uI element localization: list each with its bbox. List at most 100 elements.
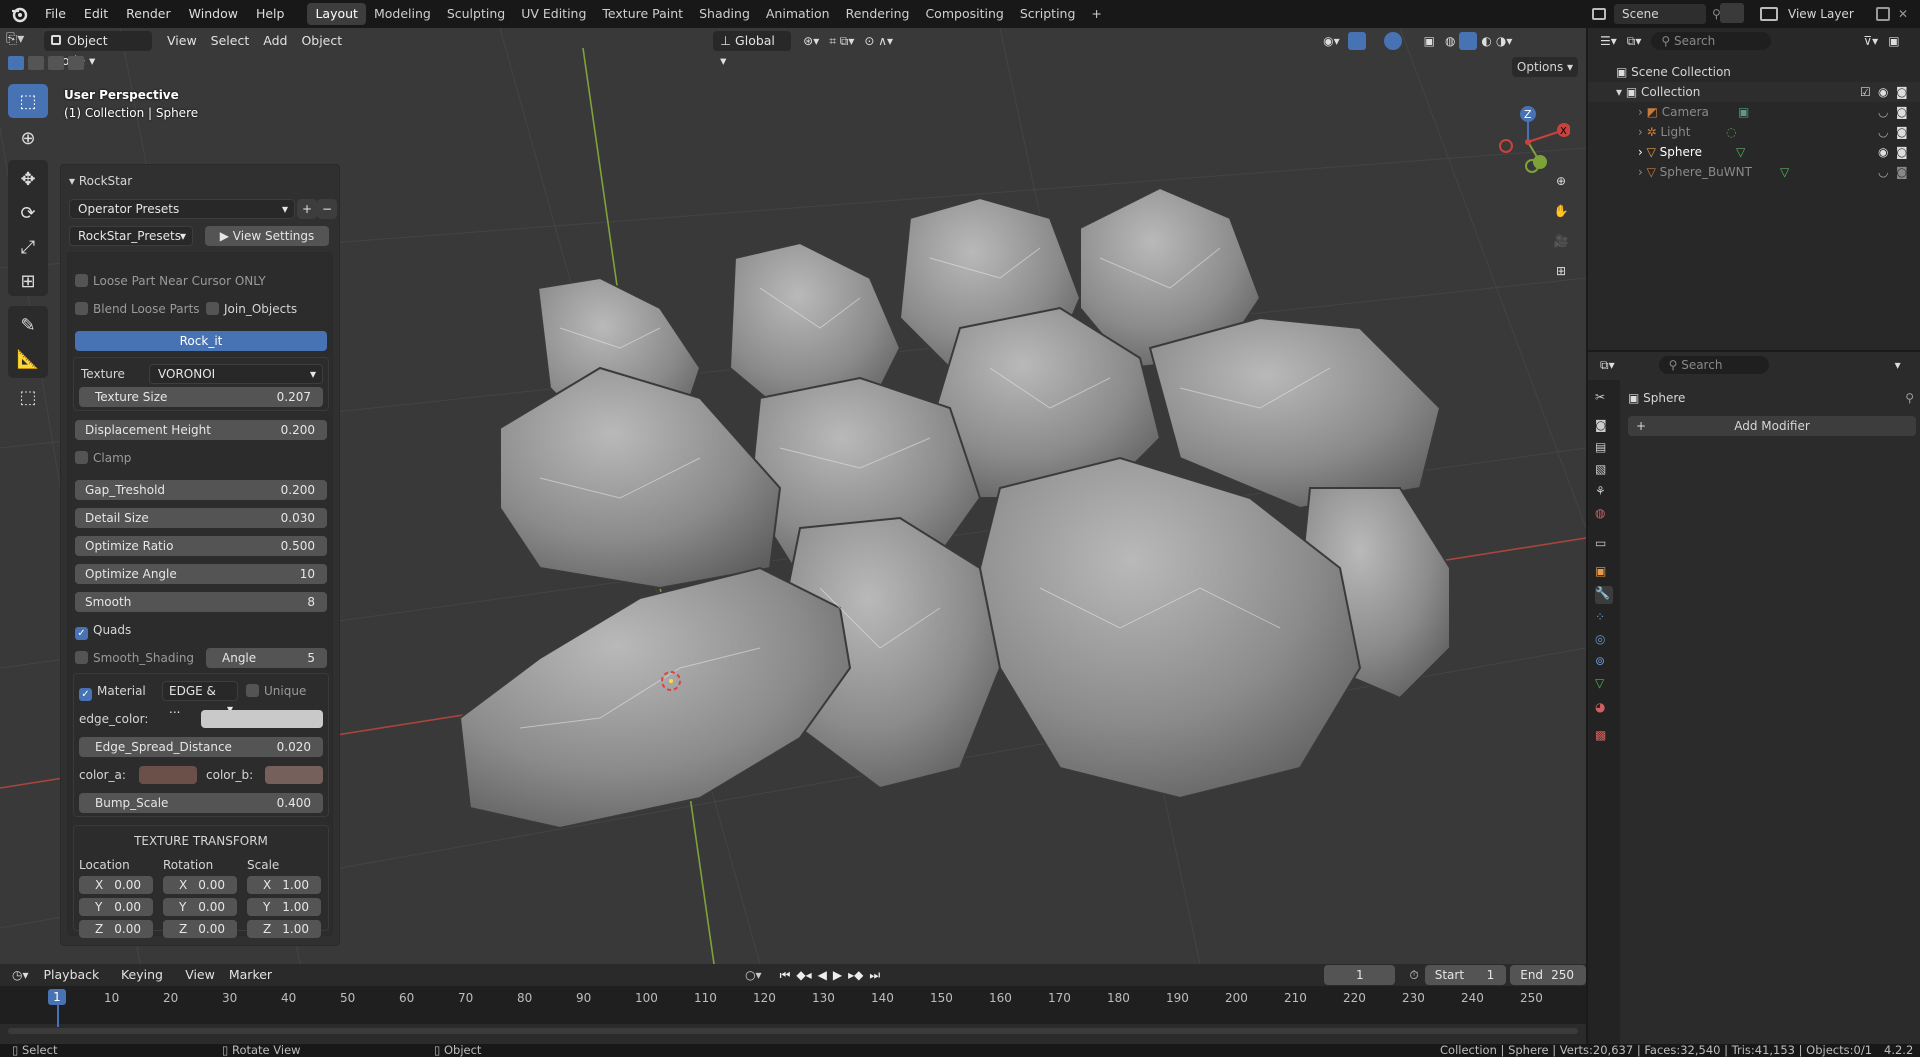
snap-icon[interactable]: ⌗ ⧉▾ xyxy=(829,34,854,49)
menu-edit[interactable]: Edit xyxy=(75,0,117,28)
texture-tab-icon[interactable]: ▩ xyxy=(1595,728,1613,746)
shading-material-icon[interactable]: ◐ xyxy=(1481,34,1491,48)
proportional-edit-icon[interactable]: ⊙ ∧▾ xyxy=(864,34,893,48)
add-preset-button[interactable]: + xyxy=(297,199,317,219)
constraints-tab-icon[interactable]: ⊚ xyxy=(1595,654,1613,672)
material-mode-dropdown[interactable]: EDGE & ... ▾ xyxy=(162,681,238,716)
edge-spread-distance-field[interactable]: Edge_Spread_Distance 0.020 xyxy=(79,737,323,757)
tab-uv-editing[interactable]: UV Editing xyxy=(513,3,594,25)
properties-editor-type-icon[interactable]: ⧉▾ xyxy=(1600,358,1615,373)
menu-select[interactable]: Select xyxy=(204,31,257,51)
view-settings-button[interactable]: ▶ View Settings xyxy=(205,226,329,246)
render-camera-icon[interactable]: ◙ xyxy=(1896,142,1908,162)
select-subtract-icon[interactable] xyxy=(48,56,64,70)
tab-scripting[interactable]: Scripting xyxy=(1012,3,1084,25)
pan-button[interactable]: ✋ xyxy=(1548,198,1574,224)
gap-threshold-field[interactable]: Gap_Treshold 0.200 xyxy=(75,480,327,500)
outliner-search-input[interactable]: ⚲ Search xyxy=(1651,32,1772,50)
shading-wireframe-icon[interactable]: ◍ xyxy=(1445,34,1455,48)
copy-view-layer-icon[interactable] xyxy=(1876,7,1890,21)
marker-menu[interactable]: Marker xyxy=(222,965,279,985)
render-camera-icon[interactable]: ◙ xyxy=(1896,162,1908,182)
eye-icon[interactable]: ◉ xyxy=(1878,82,1888,102)
menu-view[interactable]: View xyxy=(160,31,204,51)
keying-menu[interactable]: Keying ▾ xyxy=(114,965,178,1002)
zoom-button[interactable]: ⊕ xyxy=(1548,168,1574,194)
rotate-tool[interactable]: ⟳ xyxy=(8,196,48,230)
pivot-icon[interactable]: ⊛▾ xyxy=(803,34,819,48)
render-camera-icon[interactable]: ◙ xyxy=(1896,122,1908,142)
xray-icon[interactable]: ▣ xyxy=(1424,34,1435,48)
new-scene-button[interactable] xyxy=(1720,3,1744,23)
panel-title[interactable]: ▾ RockStar xyxy=(69,171,132,191)
timeline-scrollbar[interactable] xyxy=(8,1028,1578,1034)
scene-tab-icon[interactable]: ⚘ xyxy=(1595,484,1613,502)
color-a-swatch[interactable] xyxy=(139,766,197,784)
properties-search-input[interactable]: ⚲ Search xyxy=(1658,356,1769,374)
prev-keyframe-icon[interactable]: ◆◂ xyxy=(796,968,811,982)
bump-scale-field[interactable]: Bump_Scale 0.400 xyxy=(79,793,323,813)
pin-icon[interactable]: ⚲ xyxy=(1905,388,1914,408)
select-invert-icon[interactable] xyxy=(68,56,84,70)
output-tab-icon[interactable]: ▤ xyxy=(1595,440,1613,458)
remove-view-layer-icon[interactable]: ✕ xyxy=(1898,7,1908,21)
rockstar-presets-dropdown[interactable]: RockStar_Presets ▾ xyxy=(69,226,193,246)
render-camera-icon[interactable]: ◙ xyxy=(1896,82,1908,102)
blend-loose-checkbox[interactable]: Blend Loose Parts xyxy=(75,299,200,319)
physics-tab-icon[interactable]: ◎ xyxy=(1595,632,1613,650)
3d-viewport[interactable]: ⎘▾ Object Mode ▾ View Select Add Object … xyxy=(0,28,1586,964)
timeline-ruler[interactable]: 1 10 20 30 40 50 60 70 80 90 100 110 120 130 140 150 16… xyxy=(0,986,1586,1027)
collection-row[interactable]: ▾ ▣ Collection ☑ ◉ ◙ xyxy=(1588,82,1920,102)
outliner-item-camera[interactable]: › ◩ Camera ▣ ◡ ◙ xyxy=(1588,102,1920,122)
object-name[interactable]: Sphere xyxy=(1643,391,1685,405)
play-icon[interactable]: ▶ xyxy=(833,968,842,982)
menu-render[interactable]: Render xyxy=(117,0,180,28)
tab-animation[interactable]: Animation xyxy=(758,3,838,25)
scale-y-field[interactable]: Y 1.00 xyxy=(247,898,321,916)
ortho-toggle-button[interactable]: ⊞ xyxy=(1548,258,1574,284)
playback-menu[interactable]: Playback ▾ xyxy=(37,965,114,1002)
exclude-checkbox[interactable]: ☑ xyxy=(1860,82,1871,102)
scene-selector[interactable]: Scene ⚲ xyxy=(1588,3,1738,25)
filter-icon[interactable]: ⊽▾ xyxy=(1863,34,1878,48)
scene-collection-row[interactable]: ▣ Scene Collection xyxy=(1588,62,1920,82)
tab-layout[interactable]: Layout xyxy=(307,3,366,25)
end-frame-field[interactable]: End 250 xyxy=(1510,965,1586,985)
current-frame-field[interactable]: 1 xyxy=(1324,965,1396,985)
select-extend-icon[interactable] xyxy=(28,56,44,70)
quads-checkbox[interactable]: ✓ Quads xyxy=(75,620,131,640)
texture-type-dropdown[interactable]: VORONOI ▾ xyxy=(149,364,323,384)
add-modifier-button[interactable]: + Add Modifier xyxy=(1628,416,1916,436)
optimize-angle-field[interactable]: Optimize Angle 10 xyxy=(75,564,327,584)
annotate-tool[interactable]: ✎ xyxy=(8,308,48,342)
object-tab-icon[interactable]: ▣ xyxy=(1595,564,1613,582)
rotation-y-field[interactable]: Y 0.00 xyxy=(163,898,237,916)
blender-logo-icon[interactable] xyxy=(10,5,28,23)
view-layer-selector[interactable]: View Layer ✕ xyxy=(1760,3,1920,25)
jump-start-icon[interactable]: ⏮ xyxy=(780,968,791,983)
add-cube-tool[interactable]: ⬚ xyxy=(8,380,48,414)
select-box-tool[interactable]: ⬚ xyxy=(8,84,48,118)
eye-closed-icon[interactable]: ◡ xyxy=(1878,102,1888,122)
outliner-editor-type-icon[interactable]: ☰▾ xyxy=(1600,34,1617,48)
select-new-icon[interactable] xyxy=(8,56,24,70)
rock-it-button[interactable]: Rock_it xyxy=(75,331,327,351)
eye-closed-icon[interactable]: ◡ xyxy=(1878,122,1888,142)
shading-solid-icon[interactable] xyxy=(1459,32,1478,50)
timeline-view-menu[interactable]: View xyxy=(178,965,222,985)
move-tool[interactable]: ✥ xyxy=(8,162,48,196)
color-b-swatch[interactable] xyxy=(265,766,323,784)
displacement-height-field[interactable]: Displacement Height 0.200 xyxy=(75,420,327,440)
loose-part-checkbox[interactable]: Loose Part Near Cursor ONLY xyxy=(75,271,266,291)
transform-tool[interactable]: ⊞ xyxy=(8,264,48,298)
data-tab-icon[interactable]: ▽ xyxy=(1595,676,1613,694)
render-camera-icon[interactable]: ◙ xyxy=(1896,102,1908,122)
material-tab-icon[interactable]: ◕ xyxy=(1595,700,1613,718)
measure-tool[interactable]: 📐 xyxy=(8,342,48,376)
new-collection-icon[interactable]: ▣ xyxy=(1888,34,1899,48)
visibility-icon[interactable]: ◉▾ xyxy=(1323,34,1340,48)
smooth-field[interactable]: Smooth 8 xyxy=(75,592,327,612)
render-tab-icon[interactable]: ◙ xyxy=(1595,418,1613,436)
tab-compositing[interactable]: Compositing xyxy=(917,3,1011,25)
tab-rendering[interactable]: Rendering xyxy=(838,3,918,25)
